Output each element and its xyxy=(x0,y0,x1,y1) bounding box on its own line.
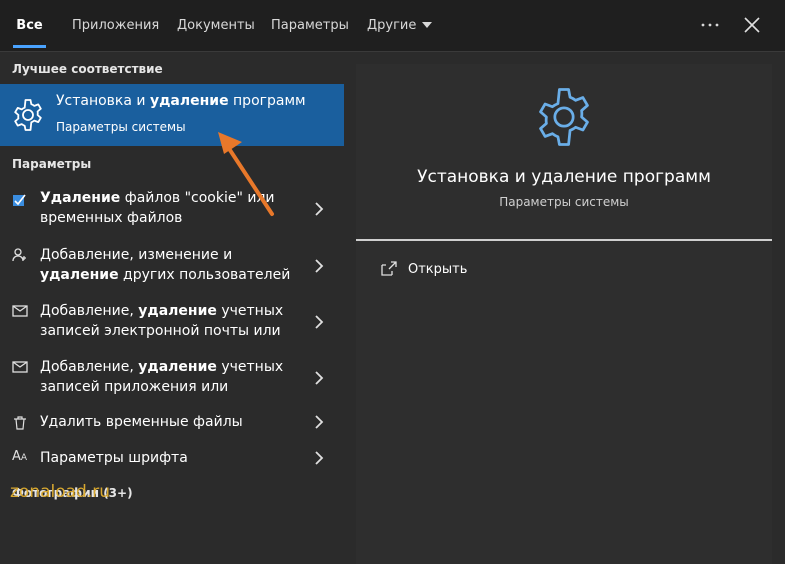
tab-all[interactable]: Все xyxy=(13,0,46,51)
open-label: Открыть xyxy=(408,262,468,277)
gear-icon xyxy=(14,99,42,131)
tab-apps[interactable]: Приложения xyxy=(72,0,159,51)
search-window: Все Приложения Документы Параметры Други… xyxy=(0,0,785,564)
list-item-email-accounts[interactable]: Добавление, удаление учетных записей эле… xyxy=(0,301,344,347)
person-icon xyxy=(12,248,26,262)
item-text: Параметры шрифта xyxy=(40,450,188,466)
chevron-down-icon xyxy=(422,21,433,28)
preview-subtitle: Параметры системы xyxy=(499,195,629,209)
tab-documents[interactable]: Документы xyxy=(177,0,255,51)
best-match-result[interactable]: Установка и удаление программ Параметры … xyxy=(0,84,344,146)
ellipsis-icon xyxy=(701,23,719,27)
best-match-subtitle: Параметры системы xyxy=(56,120,186,134)
preview-title: Установка и удаление программ xyxy=(417,167,711,187)
list-item-app-accounts[interactable]: Добавление, удаление учетных записей при… xyxy=(0,357,344,403)
filter-tab-bar: Все Приложения Документы Параметры Други… xyxy=(0,0,785,52)
chevron-right-icon xyxy=(315,202,324,216)
more-options-button[interactable] xyxy=(700,0,720,51)
tab-other-label: Другие xyxy=(367,18,417,33)
tab-settings[interactable]: Параметры xyxy=(271,0,349,51)
chevron-right-icon xyxy=(315,371,324,385)
mail-icon xyxy=(12,361,28,373)
list-item-manage-users[interactable]: Добавление, изменение и удаление других … xyxy=(0,245,344,291)
chevron-right-icon xyxy=(315,451,324,465)
list-item-font-settings[interactable]: AA Параметры шрифта xyxy=(0,448,344,470)
close-button[interactable] xyxy=(742,0,762,51)
cleanup-icon xyxy=(13,194,26,206)
gear-icon xyxy=(539,88,589,146)
preview-panel: Установка и удаление программ Параметры … xyxy=(356,64,772,564)
results-list: Лучшее соответствие Установка и удаление… xyxy=(0,52,344,564)
font-icon: AA xyxy=(12,449,28,464)
mail-icon xyxy=(12,305,28,317)
chevron-right-icon xyxy=(315,259,324,273)
best-match-title: Установка и удаление программ xyxy=(56,93,306,109)
list-item-delete-cookies[interactable]: Удаление файлов "cookie" или временных ф… xyxy=(0,188,344,234)
chevron-right-icon xyxy=(315,315,324,329)
item-text: Удаление файлов "cookie" или временных ф… xyxy=(40,190,275,226)
divider xyxy=(356,239,772,241)
tab-other[interactable]: Другие xyxy=(367,0,433,51)
section-best-match: Лучшее соответствие xyxy=(12,62,163,76)
watermark: zonaload.ru xyxy=(10,482,111,502)
trash-icon xyxy=(14,416,26,430)
item-text: Добавление, удаление учетных записей эле… xyxy=(40,303,284,339)
section-settings: Параметры xyxy=(12,157,92,171)
chevron-right-icon xyxy=(315,415,324,429)
item-text: Добавление, удаление учетных записей при… xyxy=(40,359,284,395)
close-icon xyxy=(744,17,760,33)
item-text: Удалить временные файлы xyxy=(40,414,243,430)
open-external-icon xyxy=(381,261,397,276)
item-text: Добавление, изменение и удаление других … xyxy=(40,247,291,283)
list-item-delete-temp-files[interactable]: Удалить временные файлы xyxy=(0,412,344,434)
